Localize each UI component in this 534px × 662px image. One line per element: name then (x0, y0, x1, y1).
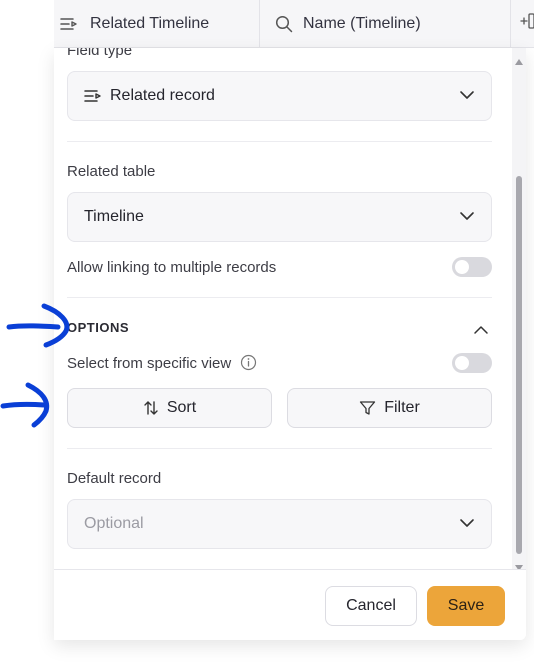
scroll-up-arrow-icon[interactable] (515, 52, 523, 70)
allow-multiple-label: Allow linking to multiple records (67, 259, 277, 276)
info-icon[interactable] (240, 354, 257, 375)
allow-multiple-toggle[interactable] (452, 257, 492, 277)
divider (67, 448, 492, 449)
default-record-label: Default record (67, 470, 162, 487)
related-table-label: Related table (67, 163, 156, 180)
panel-scrollbar[interactable] (512, 48, 526, 571)
save-button[interactable]: Save (427, 586, 505, 626)
toggle-knob (455, 260, 469, 274)
divider (67, 297, 492, 298)
filter-button-label: Filter (384, 399, 420, 416)
chevron-down-icon (459, 87, 475, 105)
filter-funnel-icon (359, 400, 376, 416)
field-type-label: Field type (67, 48, 133, 59)
panel-footer: Cancel Save (54, 569, 526, 640)
options-section-heading[interactable]: OPTIONS (67, 320, 129, 335)
specific-view-toggle[interactable] (452, 353, 492, 373)
add-column-button[interactable] (512, 0, 534, 47)
toggle-knob (455, 356, 469, 370)
field-settings-panel: Field type Related record Related table … (54, 48, 526, 640)
search-icon (275, 15, 293, 33)
specific-view-label-text: Select from specific view (67, 355, 232, 372)
column-header-label: Name (Timeline) (303, 14, 421, 32)
divider (67, 141, 492, 142)
filter-button[interactable]: Filter (287, 388, 492, 428)
default-record-placeholder: Optional (84, 515, 144, 532)
related-record-icon (60, 16, 80, 32)
panel-scroll-content: Field type Related record Related table … (54, 48, 510, 568)
specific-view-label: Select from specific view (67, 354, 257, 375)
field-type-select[interactable]: Related record (67, 71, 492, 121)
default-record-select[interactable]: Optional (67, 499, 492, 549)
column-header-related-timeline[interactable]: Related Timeline (54, 0, 260, 47)
sort-button-label: Sort (166, 399, 197, 416)
field-type-value: Related record (110, 87, 215, 104)
related-record-icon (84, 88, 104, 104)
add-column-icon (520, 12, 534, 35)
cancel-button[interactable]: Cancel (325, 586, 417, 626)
scrollbar-thumb[interactable] (516, 176, 522, 554)
sort-arrows-icon (143, 400, 159, 416)
chevron-down-icon (459, 515, 475, 533)
chevron-down-icon (459, 208, 475, 226)
annotation-arrow-icon (0, 382, 50, 428)
chevron-up-icon[interactable] (473, 322, 489, 340)
related-table-select[interactable]: Timeline (67, 192, 492, 242)
column-header-label: Related Timeline (90, 14, 210, 32)
sort-button[interactable]: Sort (67, 388, 272, 428)
related-table-value: Timeline (84, 208, 144, 225)
column-header-name-timeline[interactable]: Name (Timeline) (261, 0, 511, 47)
grid-column-header: Related Timeline Name (Timeline) (54, 0, 534, 48)
